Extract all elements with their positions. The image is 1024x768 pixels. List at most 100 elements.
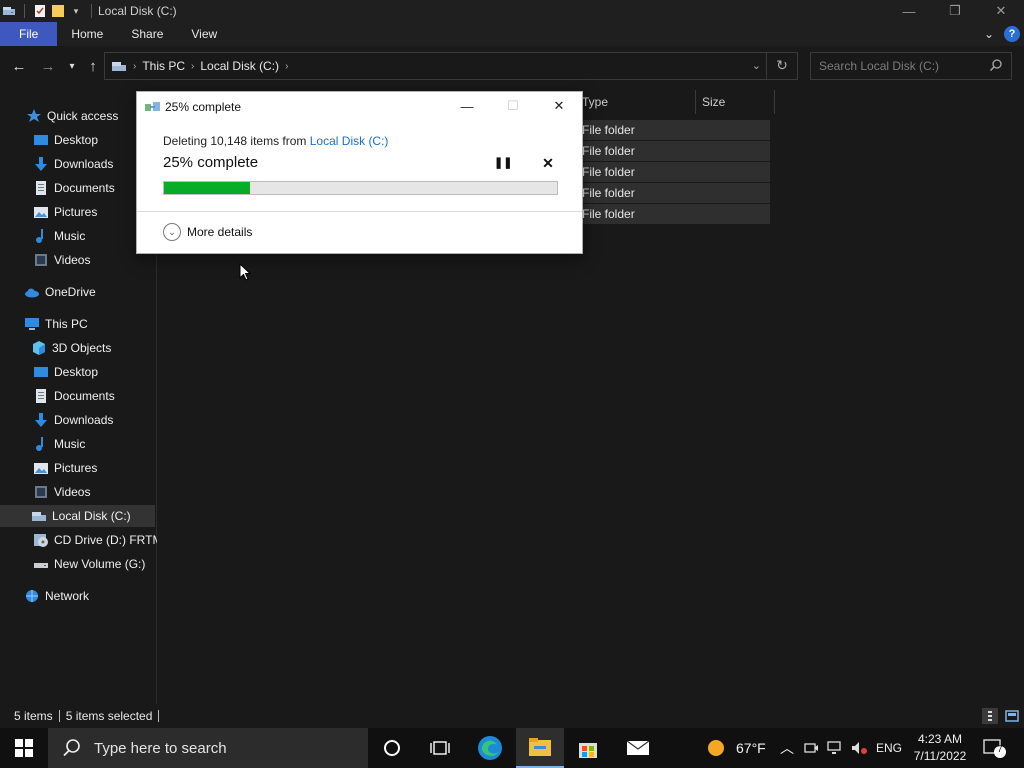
nav-quick-documents[interactable]: Documents [33, 177, 115, 199]
source-location-link[interactable]: Local Disk (C:) [310, 134, 389, 148]
windows-logo-icon [15, 739, 33, 757]
column-divider[interactable] [774, 90, 775, 114]
back-arrow-icon[interactable]: ← [10, 58, 28, 76]
nav-quick-music[interactable]: Music [33, 225, 85, 247]
nav-label: Music [54, 229, 86, 243]
videos-icon [33, 484, 49, 500]
more-details-toggle[interactable]: ⌄ More details [163, 223, 252, 241]
nav-3d-objects[interactable]: 3D Objects [31, 337, 111, 359]
tab-home[interactable]: Home [57, 22, 117, 46]
up-arrow-icon[interactable]: ↑ [84, 58, 102, 76]
meet-now-icon[interactable] [803, 728, 819, 768]
nav-local-disk-c[interactable]: Local Disk (C:) [0, 505, 155, 527]
column-header-type[interactable]: Type [582, 90, 608, 114]
nav-label: Downloads [54, 157, 114, 171]
restore-button[interactable]: ❐ [932, 0, 978, 22]
help-icon[interactable]: ? [1004, 26, 1020, 42]
nav-pc-music[interactable]: Music [33, 433, 85, 455]
nav-label: Desktop [54, 365, 99, 379]
breadcrumb-separator-icon[interactable]: › [285, 61, 288, 72]
new-folder-icon[interactable] [51, 4, 65, 18]
task-view-icon[interactable] [416, 728, 464, 768]
expand-ribbon-chevron-icon[interactable]: ⌄ [984, 27, 994, 41]
customize-toolbar-chevron-icon[interactable]: ▾ [69, 4, 83, 18]
address-dropdown-chevron-icon[interactable]: ⌄ [752, 59, 761, 72]
nav-onedrive[interactable]: OneDrive [24, 281, 96, 303]
file-row-type[interactable]: File folder [578, 204, 770, 224]
nav-quick-videos[interactable]: Videos [33, 249, 90, 271]
tab-share[interactable]: Share [117, 22, 177, 46]
cancel-icon[interactable]: ✕ [539, 154, 557, 172]
dialog-close-button[interactable]: ✕ [536, 92, 582, 120]
nav-pc-downloads[interactable]: Downloads [33, 409, 113, 431]
breadcrumb-this-pc[interactable]: This PC [142, 59, 185, 73]
pause-icon[interactable]: ❚❚ [494, 154, 512, 172]
breadcrumb-separator-icon[interactable]: › [191, 61, 194, 72]
mouse-cursor-icon [239, 262, 252, 281]
status-divider [58, 710, 60, 722]
input-language[interactable]: ENG [876, 728, 902, 768]
nav-pc-pictures[interactable]: Pictures [33, 457, 97, 479]
cortana-icon[interactable] [368, 728, 416, 768]
cd-drive-icon [33, 532, 49, 548]
nav-cd-drive-d[interactable]: CD Drive (D:) FRTME [33, 529, 157, 551]
volume-muted-icon[interactable] [850, 728, 868, 768]
more-details-label: More details [187, 225, 253, 239]
search-input[interactable]: Search Local Disk (C:) [819, 59, 939, 73]
close-button[interactable]: ✕ [978, 0, 1024, 22]
file-explorer-icon[interactable] [516, 728, 564, 768]
forward-arrow-icon[interactable]: → [39, 58, 57, 76]
column-header-size[interactable]: Size [702, 90, 725, 114]
nav-label: Desktop [54, 133, 99, 147]
taskbar-search-box[interactable]: Type here to search [48, 728, 368, 768]
nav-label: Videos [54, 253, 91, 267]
toolbar-divider [24, 4, 25, 18]
nav-new-volume-g[interactable]: New Volume (G:) [33, 553, 145, 575]
show-hidden-icons-chevron-icon[interactable]: ︿ [780, 728, 794, 768]
tab-view[interactable]: View [177, 22, 231, 46]
breadcrumb-separator-icon[interactable]: › [133, 61, 136, 72]
refresh-icon[interactable]: ↻ [773, 57, 791, 74]
status-bar: 5 items 5 items selected [0, 705, 1024, 727]
notification-center-icon[interactable]: 7 [982, 738, 1006, 758]
nav-quick-downloads[interactable]: Downloads [33, 153, 113, 175]
breadcrumb-local-disk[interactable]: Local Disk (C:) [200, 59, 279, 73]
network-icon[interactable] [826, 728, 844, 768]
nav-label: New Volume (G:) [54, 557, 146, 571]
properties-icon[interactable] [33, 4, 47, 18]
file-row-type[interactable]: File folder [578, 162, 770, 182]
taskbar-search-input[interactable]: Type here to search [94, 740, 227, 757]
mail-icon[interactable] [614, 728, 662, 768]
search-icon[interactable] [989, 58, 1003, 72]
nav-this-pc[interactable]: This PC [24, 313, 88, 335]
nav-pc-desktop[interactable]: Desktop [33, 361, 98, 383]
nav-quick-desktop[interactable]: Desktop [33, 129, 98, 151]
microsoft-store-icon[interactable] [564, 728, 612, 768]
nav-label: Downloads [54, 413, 114, 427]
quick-access-toolbar: ▾ [0, 0, 96, 22]
file-row-type[interactable]: File folder [578, 141, 770, 161]
expand-chevron-icon[interactable]: ⌄ [163, 223, 181, 241]
taskbar-clock[interactable]: 4:23 AM 7/11/2022 [910, 731, 970, 765]
nav-pc-videos[interactable]: Videos [33, 481, 90, 503]
address-bar[interactable]: › This PC › Local Disk (C:) › ⌄ ↻ [104, 52, 798, 80]
nav-quick-access[interactable]: Quick access [26, 105, 118, 127]
nav-network[interactable]: Network [24, 585, 89, 607]
file-row-type[interactable]: File folder [578, 120, 770, 140]
tab-file[interactable]: File [0, 22, 58, 46]
nav-label: Local Disk (C:) [52, 509, 131, 523]
column-divider[interactable] [695, 90, 696, 114]
nav-quick-pictures[interactable]: Pictures [33, 201, 97, 223]
dialog-minimize-button[interactable]: — [444, 92, 490, 120]
minimize-button[interactable]: — [886, 0, 932, 22]
details-view-icon[interactable] [982, 708, 998, 724]
nav-label: 3D Objects [52, 341, 112, 355]
start-button[interactable] [0, 728, 48, 768]
nav-pc-documents[interactable]: Documents [33, 385, 115, 407]
search-box[interactable]: Search Local Disk (C:) [810, 52, 1012, 80]
recent-locations-chevron-icon[interactable]: ▾ [63, 58, 81, 76]
weather-widget[interactable]: 67°F [706, 728, 766, 768]
file-row-type[interactable]: File folder [578, 183, 770, 203]
edge-browser-icon[interactable] [466, 728, 514, 768]
large-icons-view-icon[interactable] [1004, 708, 1020, 724]
